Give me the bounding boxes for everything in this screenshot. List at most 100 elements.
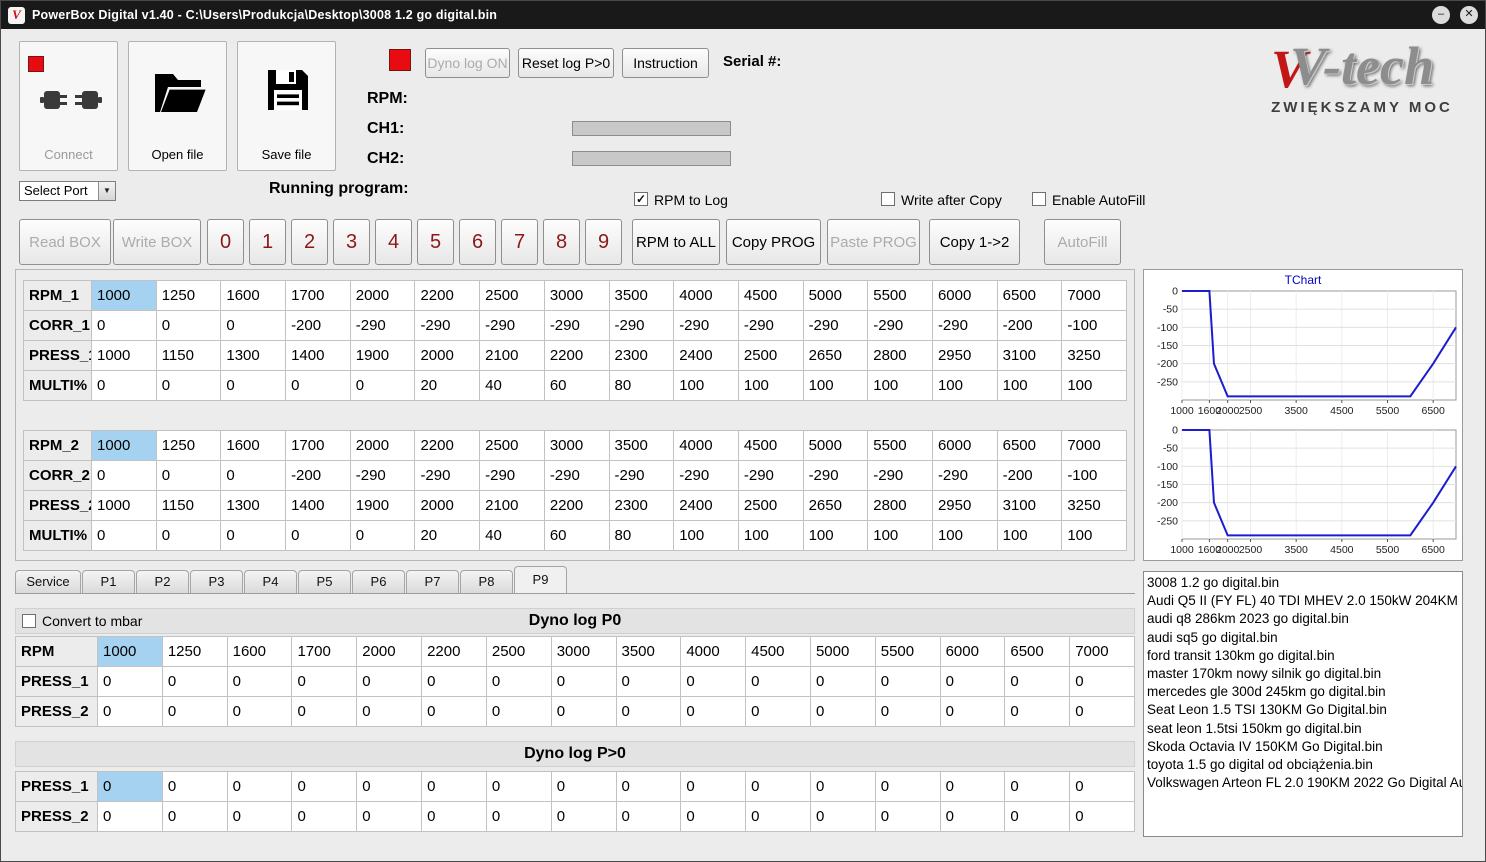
digit-button-0[interactable]: 0 bbox=[207, 219, 244, 265]
table-cell[interactable]: -290 bbox=[737, 460, 804, 491]
table-cell[interactable]: 0 bbox=[1069, 696, 1135, 727]
table-cell[interactable]: -290 bbox=[608, 460, 675, 491]
table-cell[interactable]: 100 bbox=[931, 370, 998, 401]
table-cell[interactable]: 3500 bbox=[608, 430, 675, 461]
table-cell[interactable]: 100 bbox=[996, 520, 1063, 551]
table-cell[interactable]: 0 bbox=[421, 801, 487, 832]
table-cell[interactable]: 5500 bbox=[874, 636, 941, 667]
table-cell[interactable]: -290 bbox=[673, 460, 739, 491]
table-cell[interactable]: 2500 bbox=[479, 280, 545, 311]
table-cell[interactable]: 0 bbox=[349, 370, 416, 401]
write-after-copy-checkbox[interactable] bbox=[881, 192, 895, 206]
table-cell[interactable]: 40 bbox=[479, 520, 545, 551]
table-cell[interactable]: 0 bbox=[939, 771, 1006, 802]
table-cell[interactable]: 1900 bbox=[349, 490, 416, 521]
paste-prog-button[interactable]: Paste PROG bbox=[827, 219, 920, 265]
table-cell[interactable]: 1000 bbox=[91, 280, 157, 311]
table-cell[interactable]: -290 bbox=[543, 460, 610, 491]
list-item[interactable]: seat leon 1.5tsi 150km go digital.bin bbox=[1147, 720, 1462, 738]
table-cell[interactable]: 20 bbox=[414, 370, 481, 401]
table-cell[interactable]: 4000 bbox=[680, 636, 747, 667]
table-cell[interactable]: -290 bbox=[931, 310, 998, 341]
table-cell[interactable]: 1400 bbox=[285, 340, 351, 371]
table-cell[interactable]: 100 bbox=[673, 520, 739, 551]
table-cell[interactable]: 0 bbox=[155, 310, 222, 341]
table-cell[interactable]: 0 bbox=[745, 771, 811, 802]
table-cell[interactable]: 0 bbox=[155, 520, 222, 551]
table-cell[interactable]: 7000 bbox=[1069, 636, 1135, 667]
table-cell[interactable]: 5000 bbox=[809, 636, 876, 667]
table-cell[interactable]: -290 bbox=[479, 310, 545, 341]
table-cell[interactable]: 0 bbox=[161, 801, 228, 832]
table-cell[interactable]: -290 bbox=[673, 310, 739, 341]
table-cell[interactable]: 100 bbox=[867, 370, 933, 401]
table-cell[interactable]: 0 bbox=[91, 310, 157, 341]
table-cell[interactable]: 2500 bbox=[479, 430, 545, 461]
list-item[interactable]: Volkswagen Arteon FL 2.0 190KM 2022 Go D… bbox=[1147, 774, 1462, 792]
table-cell[interactable]: 3100 bbox=[996, 490, 1063, 521]
table-cell[interactable]: 2200 bbox=[421, 636, 487, 667]
table-cell[interactable]: 1150 bbox=[155, 340, 222, 371]
table-cell[interactable]: 1150 bbox=[155, 490, 222, 521]
list-item[interactable]: audi sq5 go digital.bin bbox=[1147, 629, 1462, 647]
table-cell[interactable]: -290 bbox=[802, 310, 869, 341]
table-cell[interactable]: 40 bbox=[479, 370, 545, 401]
list-item[interactable]: Seat Leon 1.5 TSI 130KM Go Digital.bin bbox=[1147, 701, 1462, 719]
table-cell[interactable]: 0 bbox=[356, 771, 423, 802]
table-cell[interactable]: 0 bbox=[291, 771, 358, 802]
table-cell[interactable]: -200 bbox=[996, 460, 1063, 491]
table-cell[interactable]: 0 bbox=[91, 520, 157, 551]
table-cell[interactable]: 0 bbox=[97, 801, 163, 832]
table-cell[interactable]: 100 bbox=[1061, 520, 1127, 551]
table-cell[interactable]: 0 bbox=[485, 666, 552, 697]
reset-log-button[interactable]: Reset log P>0 bbox=[518, 48, 614, 78]
list-item[interactable]: Audi Q5 II (FY FL) 40 TDI MHEV 2.0 150kW… bbox=[1147, 592, 1462, 610]
table-cell[interactable]: 0 bbox=[291, 696, 358, 727]
table-cell[interactable]: 2200 bbox=[414, 280, 481, 311]
table-cell[interactable]: -290 bbox=[867, 310, 933, 341]
write-box-button[interactable]: Write BOX bbox=[113, 219, 201, 265]
table-cell[interactable]: 100 bbox=[996, 370, 1063, 401]
table-cell[interactable]: 2800 bbox=[867, 490, 933, 521]
table-cell[interactable]: -290 bbox=[414, 460, 481, 491]
table-cell[interactable]: 0 bbox=[356, 666, 423, 697]
table-cell[interactable]: 5000 bbox=[802, 430, 869, 461]
table-cell[interactable]: 0 bbox=[615, 771, 682, 802]
table-cell[interactable]: 0 bbox=[1069, 771, 1135, 802]
digit-button-6[interactable]: 6 bbox=[459, 219, 496, 265]
table-cell[interactable]: 0 bbox=[161, 666, 228, 697]
table-cell[interactable]: -290 bbox=[479, 460, 545, 491]
table-cell[interactable]: 100 bbox=[673, 370, 739, 401]
table-cell[interactable]: -290 bbox=[349, 310, 416, 341]
table-cell[interactable]: 0 bbox=[356, 696, 423, 727]
table-cell[interactable]: 0 bbox=[809, 666, 876, 697]
table-cell[interactable]: 0 bbox=[91, 460, 157, 491]
table-cell[interactable]: -290 bbox=[543, 310, 610, 341]
table-cell[interactable]: 0 bbox=[155, 460, 222, 491]
table-cell[interactable]: 1250 bbox=[161, 636, 228, 667]
table-cell[interactable]: 0 bbox=[485, 801, 552, 832]
table-cell[interactable]: 0 bbox=[421, 666, 487, 697]
table-cell[interactable]: 2400 bbox=[673, 490, 739, 521]
table-cell[interactable]: 0 bbox=[356, 801, 423, 832]
table-cell[interactable]: 3250 bbox=[1061, 340, 1127, 371]
autofill-button[interactable]: AutoFill bbox=[1044, 219, 1121, 265]
table-cell[interactable]: 0 bbox=[485, 696, 552, 727]
table-cell[interactable]: 2300 bbox=[608, 490, 675, 521]
table-cell[interactable]: 100 bbox=[737, 370, 804, 401]
table-cell[interactable]: 0 bbox=[874, 696, 941, 727]
table-cell[interactable]: 2950 bbox=[931, 490, 998, 521]
copy-prog-button[interactable]: Copy PROG bbox=[726, 219, 821, 265]
convert-to-mbar-checkbox[interactable] bbox=[22, 614, 36, 628]
table-cell[interactable]: 0 bbox=[220, 370, 287, 401]
table-cell[interactable]: 6000 bbox=[931, 280, 998, 311]
table-cell[interactable]: 0 bbox=[97, 696, 163, 727]
table-cell[interactable]: 1600 bbox=[220, 430, 287, 461]
table-cell[interactable]: 0 bbox=[1004, 801, 1071, 832]
table-cell[interactable]: 80 bbox=[608, 520, 675, 551]
table-cell[interactable]: 4000 bbox=[673, 430, 739, 461]
table-cell[interactable]: 0 bbox=[291, 801, 358, 832]
table-cell[interactable]: 0 bbox=[680, 666, 747, 697]
table-cell[interactable]: 2950 bbox=[931, 340, 998, 371]
table-cell[interactable]: 7000 bbox=[1061, 280, 1127, 311]
